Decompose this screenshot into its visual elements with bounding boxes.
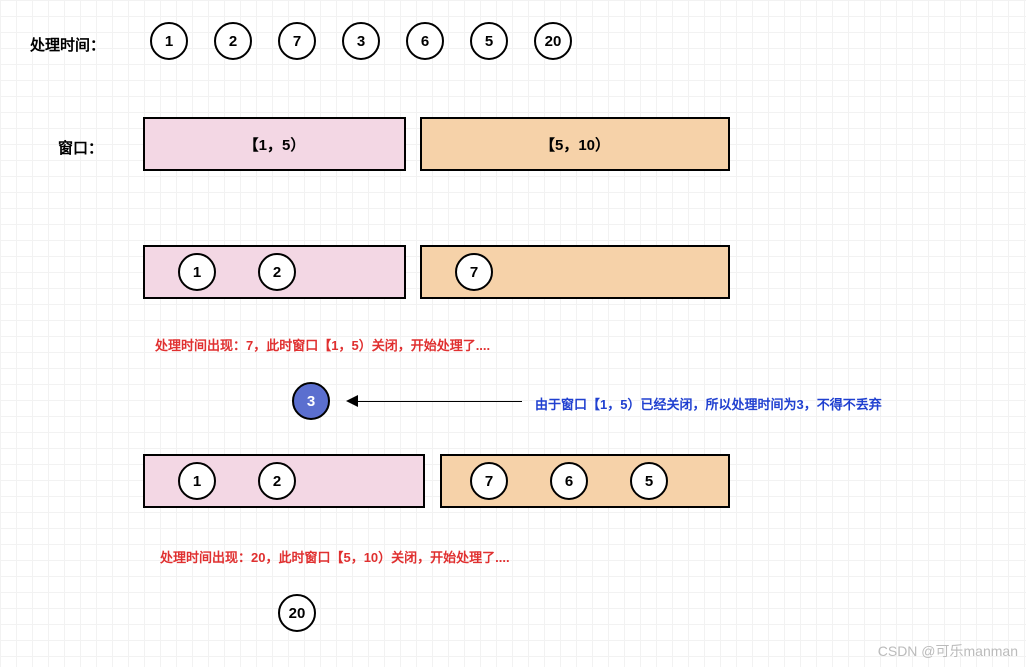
row2-right-circle-0: 7 [455,253,493,291]
circle-top-3: 3 [342,22,380,60]
processing-time-label: 处理时间： [30,34,105,55]
row3-left-circle-1: 2 [258,462,296,500]
window-1-5: 【1，5） [143,117,406,171]
circle-top-5: 5 [470,22,508,60]
circle-top-0: 1 [150,22,188,60]
note-discard: 由于窗口【1，5）已经关闭，所以处理时间为3，不得不丢弃 [535,394,882,413]
row3-left-circle-0: 1 [178,462,216,500]
row2-left-circle-1: 2 [258,253,296,291]
window-5-10: 【5，10） [420,117,730,171]
circle-top-4: 6 [406,22,444,60]
note-window-1-5-closed: 处理时间出现：7，此时窗口【1，5）关闭，开始处理了.... [155,335,490,354]
watermark: CSDN @可乐manman [878,641,1018,661]
arrow-line [358,401,522,402]
row3-right-circle-1: 6 [550,462,588,500]
arrow-head-icon [346,395,358,407]
bottom-circle: 20 [278,594,316,632]
row2-left-circle-0: 1 [178,253,216,291]
circle-top-1: 2 [214,22,252,60]
note-window-5-10-closed: 处理时间出现：20，此时窗口【5，10）关闭，开始处理了.... [160,547,510,566]
discarded-circle: 3 [292,382,330,420]
row3-right-circle-2: 5 [630,462,668,500]
circle-top-6: 20 [534,22,572,60]
window-label: 窗口： [58,137,103,158]
circle-top-2: 7 [278,22,316,60]
row3-right-circle-0: 7 [470,462,508,500]
